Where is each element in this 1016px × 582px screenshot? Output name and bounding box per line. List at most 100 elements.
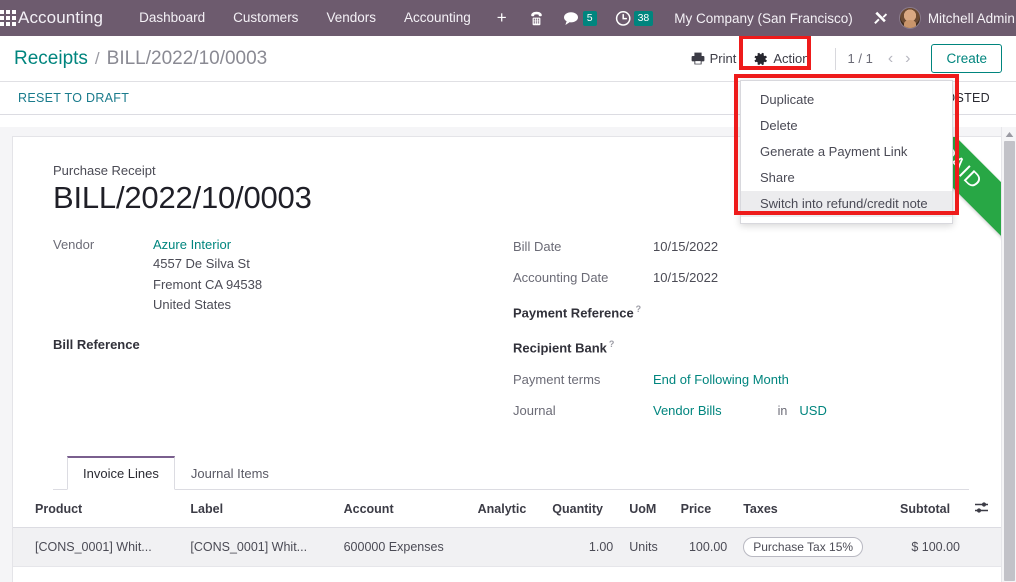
nav-item-vendors[interactable]: Vendors [312,0,390,36]
voip-phone-icon [530,11,542,25]
form-columns: Vendor Azure Interior 4557 De Silva St F… [53,236,969,433]
help-icon[interactable]: ? [609,339,615,349]
apps-menu-button[interactable] [0,0,16,36]
action-label: Action [773,51,810,66]
activities-button[interactable]: 38 [606,0,663,36]
column-header-taxes[interactable]: Taxes [735,489,893,528]
pager-count: 1 / 1 [847,51,873,66]
breadcrumb-separator: / [94,48,100,68]
column-header-account[interactable]: Account [335,489,470,528]
voip-phone-button[interactable] [519,0,554,36]
control-panel-divider [834,47,836,70]
breadcrumb-current: BILL/2022/10/0003 [106,47,268,69]
form-column-right: Bill Date 10/15/2022 Accounting Date 10/… [513,236,969,433]
recipient-bank-label: Recipient Bank? [513,335,614,357]
column-header-price[interactable]: Price [672,489,736,528]
column-header-label[interactable]: Label [182,489,336,528]
cell-label[interactable]: [CONS_0001] Whit... [182,527,336,567]
top-navbar: Accounting Dashboard Customers Vendors A… [0,0,1016,36]
field-bill-reference: Bill Reference [53,336,513,354]
nav-item-accounting[interactable]: Accounting [390,0,485,36]
vendor-name-link[interactable]: Azure Interior [153,236,262,254]
table-header-row: Product Label Account Analytic Quantity … [13,489,1003,528]
nav-item-dashboard[interactable]: Dashboard [125,0,219,36]
column-header-subtotal[interactable]: Subtotal [892,489,966,528]
add-menu-button[interactable]: + [485,0,519,36]
column-options-cell [966,489,1003,528]
messages-button[interactable]: 5 [554,0,606,36]
table-row[interactable]: [CONS_0001] Whit... [CONS_0001] Whit... … [13,527,1003,567]
field-accounting-date: Accounting Date 10/15/2022 [513,269,969,287]
create-button[interactable]: Create [931,44,1002,73]
nav-item-customers[interactable]: Customers [219,0,312,36]
journal-value[interactable]: Vendor Bills [653,402,722,420]
cell-price[interactable]: 100.00 [672,527,736,567]
vendor-label: Vendor [53,237,95,252]
tab-journal-items[interactable]: Journal Items [175,456,285,490]
developer-tools-button[interactable] [863,0,899,36]
menu-item-switch-into-refund-credit-note[interactable]: Switch into refund/credit note [741,191,952,217]
pager-next-button[interactable]: › [900,50,915,67]
scrollbar-thumb[interactable] [1004,141,1015,581]
column-options-icon[interactable] [974,501,989,517]
journal-currency[interactable]: USD [799,403,826,418]
field-payment-reference: Payment Reference? [513,300,969,322]
column-header-uom[interactable]: UoM [621,489,673,528]
vertical-scrollbar[interactable] [1001,127,1016,582]
cell-product[interactable]: [CONS_0001] Whit... [13,527,183,567]
cell-analytic[interactable] [469,527,545,567]
user-menu[interactable]: Mitchell Admin [928,11,1016,26]
journal-in-label: in [777,403,788,418]
menu-item-duplicate[interactable]: Duplicate [741,87,952,113]
print-button[interactable]: Print [682,45,746,72]
help-icon[interactable]: ? [636,304,642,314]
column-header-quantity[interactable]: Quantity [544,489,622,528]
table-empty-row[interactable] [13,566,1003,582]
vendor-address-line-3: United States [153,297,232,312]
vendor-address-line-1: 4557 De Silva St [153,256,250,271]
field-payment-terms: Payment terms End of Following Month [513,371,969,389]
reset-to-draft-button[interactable]: RESET TO DRAFT [16,87,131,109]
avatar[interactable] [898,7,921,29]
menu-item-generate-payment-link[interactable]: Generate a Payment Link [741,139,952,165]
cell-quantity[interactable]: 1.00 [544,527,622,567]
vendor-address-line-2: Fremont CA 94538 [153,276,263,292]
pager: 1 / 1 ‹ › [847,50,916,67]
breadcrumb: Receipts / BILL/2022/10/0003 [14,48,267,70]
accounting-date-value[interactable]: 10/15/2022 [653,269,718,287]
recipient-bank-label-text: Recipient Bank [513,340,607,356]
cell-taxes[interactable]: Purchase Tax 15% [735,527,893,567]
brand-title[interactable]: Accounting [16,8,109,28]
tax-badge[interactable]: Purchase Tax 15% [743,536,864,557]
cell-subtotal: $ 100.00 [892,527,966,567]
messages-count-badge: 5 [582,10,597,26]
pager-previous-button[interactable]: ‹ [883,50,898,67]
bill-reference-label: Bill Reference [53,336,140,352]
action-dropdown-menu: Duplicate Delete Generate a Payment Link… [740,80,953,224]
activities-count-badge: 38 [633,10,654,26]
column-header-analytic[interactable]: Analytic [469,489,545,528]
control-panel: Receipts / BILL/2022/10/0003 Print Actio… [0,35,1016,82]
column-header-product[interactable]: Product [13,489,183,528]
cell-row-options [966,527,1003,567]
menu-item-delete[interactable]: Delete [741,113,952,139]
breadcrumb-root[interactable]: Receipts [14,48,88,70]
field-vendor: Vendor Azure Interior 4557 De Silva St F… [53,236,513,316]
clock-icon [615,10,631,26]
accounting-date-label: Accounting Date [513,270,609,285]
company-switcher[interactable]: My Company (San Francisco) [662,11,863,26]
chevron-up-icon [1005,131,1014,137]
action-button[interactable]: Action [745,45,818,72]
scrollbar-up-button[interactable] [1002,127,1016,141]
cell-account[interactable]: 600000 Expenses [335,527,470,567]
print-label: Print [709,51,737,66]
tab-invoice-lines[interactable]: Invoice Lines [67,455,175,490]
journal-label: Journal [513,402,556,418]
payment-terms-value[interactable]: End of Following Month [653,371,789,389]
menu-item-share[interactable]: Share [741,165,952,191]
control-panel-actions: Print Action 1 / 1 ‹ › Create [682,35,1002,73]
bill-date-value[interactable]: 10/15/2022 [653,238,718,256]
cell-uom[interactable]: Units [621,527,673,567]
payment-terms-label: Payment terms [513,371,601,387]
cell-add-line[interactable] [13,566,1003,582]
